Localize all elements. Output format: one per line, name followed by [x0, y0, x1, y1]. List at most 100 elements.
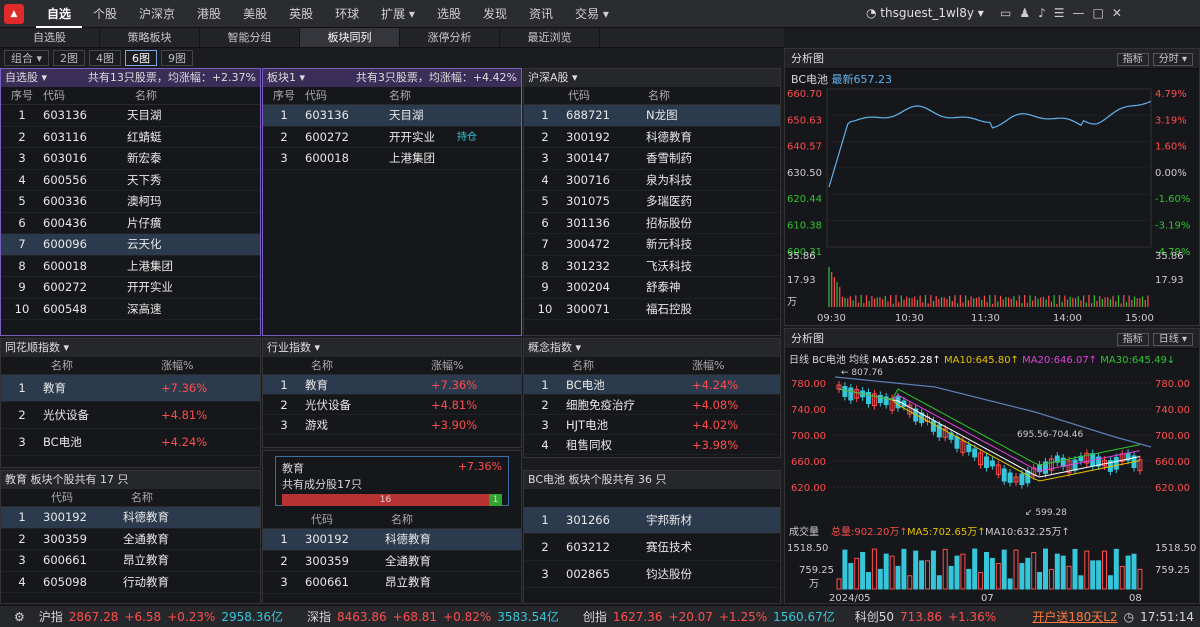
table-row[interactable]: 1 BC电池 +4.24% — [524, 375, 780, 395]
col-code[interactable]: 代码 — [51, 489, 131, 506]
table-row[interactable]: 3 HJT电池 +4.02% — [524, 415, 780, 435]
table-row[interactable]: 1 300192 科德教育 — [263, 529, 521, 551]
table-row[interactable]: 10 600548 深高速 — [1, 299, 260, 320]
nav-item[interactable]: 英股 — [278, 0, 324, 28]
col-name[interactable]: 名称 — [389, 87, 411, 104]
maximize-icon[interactable]: □ — [1093, 6, 1104, 20]
table-row[interactable]: 4 300716 泉为科技 — [524, 170, 780, 191]
kc50-name[interactable]: 科创50 — [855, 608, 894, 625]
col-pct[interactable]: 涨幅% — [431, 357, 463, 374]
table-row[interactable]: 9 600272 开开实业 — [1, 277, 260, 299]
sub-tab[interactable]: 自选股 — [0, 28, 100, 47]
col-name[interactable]: 名称 — [131, 489, 153, 506]
table-row[interactable]: 1 教育 +7.36% — [263, 375, 521, 395]
nav-item[interactable]: 交易 ▾ — [564, 0, 620, 28]
promo-link[interactable]: 开户送180天L2 — [1032, 608, 1117, 625]
nav-item[interactable]: 扩展 ▾ — [370, 0, 426, 28]
sub-tab[interactable]: 板块同列 — [300, 28, 400, 47]
col-index[interactable]: 序号 — [263, 87, 305, 104]
panel-title[interactable]: 行业指数 ▾ — [267, 339, 320, 357]
col-name[interactable]: 名称 — [648, 87, 670, 104]
nav-item[interactable]: 发现 — [472, 0, 518, 28]
shirt-icon[interactable]: ♟ — [1019, 6, 1030, 20]
table-row[interactable]: 6 301136 招标股份 — [524, 213, 780, 234]
table-row[interactable]: 2 603212 赛伍技术 — [524, 534, 780, 561]
layout-tab[interactable]: 9图 — [161, 50, 194, 66]
nav-item[interactable]: 选股 — [426, 0, 472, 28]
cy-index-name[interactable]: 创指 — [583, 608, 607, 625]
panel-title[interactable]: 概念指数 ▾ — [528, 339, 581, 357]
table-row[interactable]: 1 301266 宇邦新材 — [524, 507, 780, 534]
table-row[interactable]: 3 BC电池 +4.24% — [1, 429, 260, 456]
panel-title[interactable]: 板块1 ▾ — [267, 69, 305, 87]
bell-icon[interactable]: ♪ — [1038, 6, 1046, 20]
sh-index-name[interactable]: 沪指 — [39, 608, 63, 625]
panel-title[interactable]: 沪深A股 ▾ — [528, 69, 578, 87]
table-row[interactable]: 3 600661 昂立教育 — [1, 550, 260, 572]
table-row[interactable]: 2 细胞免疫治疗 +4.08% — [524, 395, 780, 415]
col-pct[interactable]: 涨幅% — [161, 357, 193, 374]
sub-tab[interactable]: 涨停分析 — [400, 28, 500, 47]
col-pct[interactable]: 涨幅% — [692, 357, 724, 374]
panel-title[interactable]: 自选股 ▾ — [5, 69, 47, 87]
col-name[interactable]: 名称 — [135, 87, 157, 104]
table-row[interactable]: 2 300192 科德教育 — [524, 127, 780, 148]
col-name[interactable]: 名称 — [311, 357, 431, 374]
table-row[interactable]: 5 600336 澳柯玛 — [1, 191, 260, 213]
sub-tab[interactable]: 最近浏览 — [500, 28, 600, 47]
table-row[interactable]: 1 688721 N龙图 — [524, 105, 780, 127]
table-row[interactable]: 8 301232 飞沃科技 — [524, 256, 780, 277]
table-row[interactable]: 3 游戏 +3.90% — [263, 415, 521, 435]
table-row[interactable]: 10 300071 福石控股 — [524, 299, 780, 320]
settings-icon[interactable]: ⚙ — [14, 610, 25, 624]
table-row[interactable]: 3 300147 香雪制药 — [524, 148, 780, 170]
nav-item[interactable]: 沪深京 — [128, 0, 186, 28]
table-row[interactable]: 7 300472 新元科技 — [524, 234, 780, 256]
table-row[interactable]: 1 300192 科德教育 — [1, 507, 260, 529]
layout-tab[interactable]: 组合 ▾ — [4, 50, 50, 66]
intraday-chart[interactable]: 660.70 4.79% 650.63 3.19% 640.57 1.60% 630.50 0… — [785, 87, 1199, 323]
col-index[interactable]: 序号 — [1, 87, 43, 104]
table-row[interactable]: 2 300359 全通教育 — [1, 529, 260, 550]
screen-icon[interactable]: ▭ — [1000, 6, 1011, 20]
table-row[interactable]: 1 603136 天目湖 — [1, 105, 260, 127]
user-name[interactable]: ◔ thsguest_1wl8y ▾ — [866, 6, 984, 20]
sub-tab[interactable]: 策略板块 — [100, 28, 200, 47]
col-code[interactable]: 代码 — [311, 511, 391, 528]
table-row[interactable]: 1 603136 天目湖 — [263, 105, 521, 127]
table-row[interactable]: 5 301075 多瑞医药 — [524, 191, 780, 213]
col-code[interactable]: 代码 — [43, 87, 99, 104]
nav-item[interactable]: 自选 — [36, 0, 83, 28]
indicator-button[interactable]: 指标 — [1116, 53, 1149, 66]
table-row[interactable]: 8 600018 上港集团 — [1, 256, 260, 277]
table-row[interactable]: 3 600018 上港集团 — [263, 148, 521, 170]
indicator-button[interactable]: 指标 — [1116, 333, 1149, 346]
table-row[interactable]: 4 600556 天下秀 — [1, 170, 260, 191]
nav-item[interactable]: 美股 — [232, 0, 278, 28]
table-row[interactable]: 6 600436 片仔癀 — [1, 213, 260, 234]
panel-title[interactable]: 同花顺指数 ▾ — [5, 339, 69, 357]
table-row[interactable]: 2 600272 开开实业 持仓 — [263, 127, 521, 148]
col-name[interactable]: 名称 — [51, 357, 161, 374]
table-row[interactable]: 2 300359 全通教育 — [263, 551, 521, 572]
sz-index-name[interactable]: 深指 — [307, 608, 331, 625]
col-name[interactable]: 名称 — [572, 357, 692, 374]
layout-tab[interactable]: 2图 — [53, 50, 86, 66]
table-row[interactable]: 2 光伏设备 +4.81% — [1, 402, 260, 429]
layout-tab[interactable]: 4图 — [89, 50, 122, 66]
period-button[interactable]: 日线 ▾ — [1152, 333, 1193, 346]
nav-item[interactable]: 资讯 — [518, 0, 564, 28]
menu-icon[interactable]: ☰ — [1054, 6, 1065, 20]
table-row[interactable]: 1 教育 +7.36% — [1, 375, 260, 402]
minimize-icon[interactable]: — — [1073, 6, 1085, 20]
layout-tab[interactable]: 6图 — [125, 50, 158, 66]
table-row[interactable]: 9 300204 舒泰神 — [524, 277, 780, 299]
table-row[interactable]: 7 600096 云天化 — [1, 234, 260, 256]
table-row[interactable]: 4 租售同权 +3.98% — [524, 435, 780, 455]
col-code[interactable]: 代码 — [568, 87, 648, 104]
col-name[interactable]: 名称 — [391, 511, 413, 528]
col-code[interactable]: 代码 — [305, 87, 361, 104]
daily-kline-chart[interactable]: 780.00 780.00 740.00 740.00 700.00 700.00 660.… — [785, 367, 1199, 603]
table-row[interactable]: 2 光伏设备 +4.81% — [263, 395, 521, 415]
table-row[interactable]: 2 603116 红蜻蜓 — [1, 127, 260, 148]
